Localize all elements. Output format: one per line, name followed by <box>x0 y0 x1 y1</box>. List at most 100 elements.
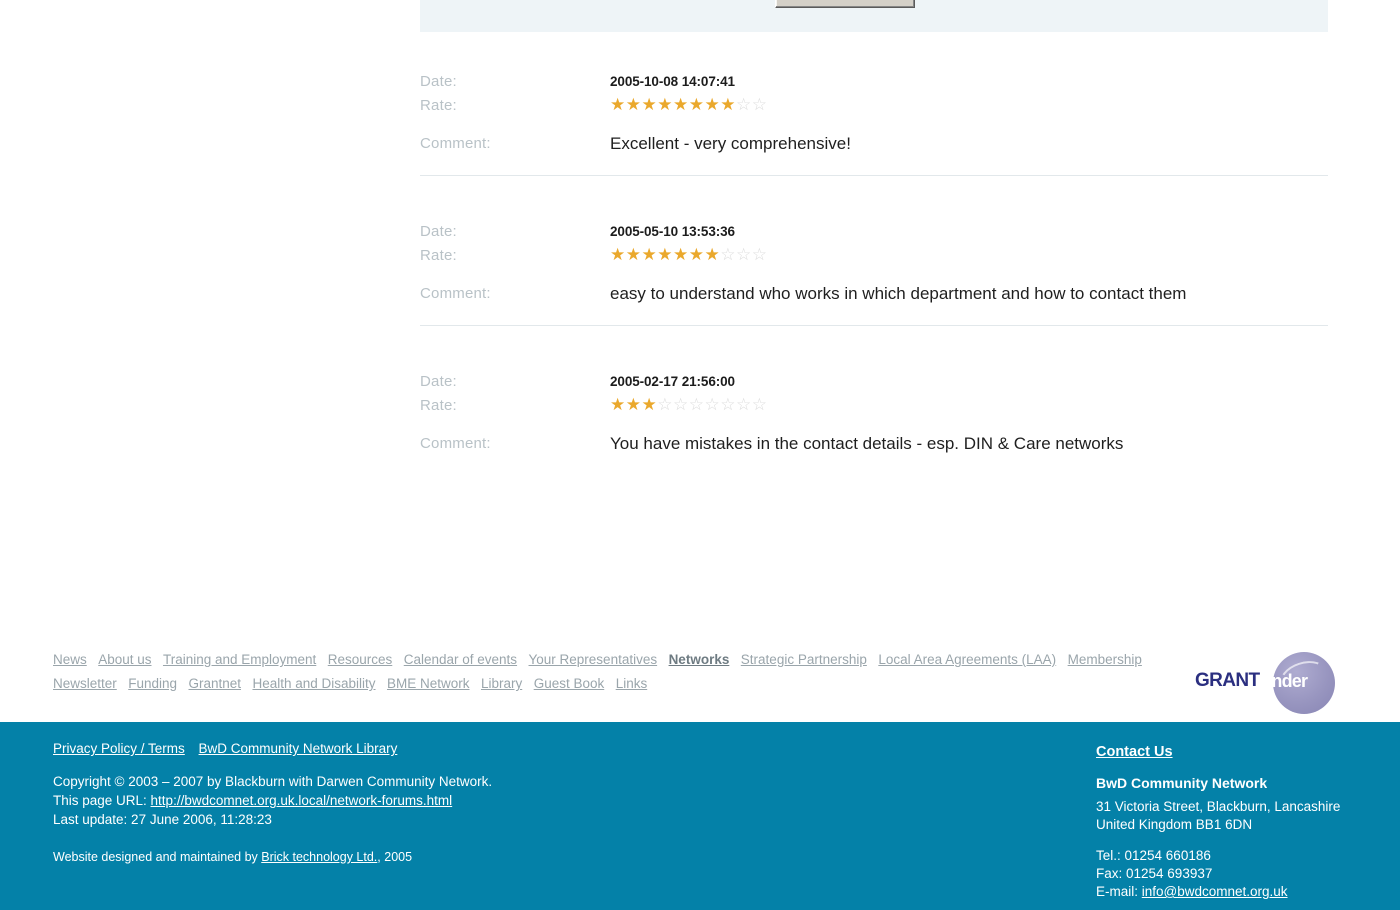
sitemap-link-guest-book[interactable]: Guest Book <box>534 676 605 691</box>
star-empty-icon: ☆ <box>736 395 752 414</box>
star-filled-icon: ★ <box>673 95 689 114</box>
footer-links: Privacy Policy / Terms BwD Community Net… <box>53 739 713 759</box>
sitemap-link-resources[interactable]: Resources <box>328 652 393 667</box>
email-line: E-mail: info@bwdcomnet.org.uk <box>1096 883 1386 901</box>
review-date-value: 2005-10-08 14:07:41 <box>610 74 735 89</box>
sitemap-link-strategic-partnership[interactable]: Strategic Partnership <box>741 652 867 667</box>
copyright-block: Copyright © 2003 – 2007 by Blackburn wit… <box>53 773 713 829</box>
sitemap-link-links[interactable]: Links <box>616 676 648 691</box>
credits-suffix: , 2005 <box>377 850 413 864</box>
sitemap-link-library[interactable]: Library <box>481 676 522 691</box>
star-empty-icon: ☆ <box>720 395 736 414</box>
sitemap-link-about-us[interactable]: About us <box>98 652 151 667</box>
sitemap-link-calendar-of-events[interactable]: Calendar of events <box>404 652 517 667</box>
sitemap-link-your-representatives[interactable]: Your Representatives <box>529 652 658 667</box>
sitemap-link-bme-network[interactable]: BME Network <box>387 676 470 691</box>
contact-details: Tel.: 01254 660186 Fax: 01254 693937 E-m… <box>1096 847 1386 901</box>
rating-stars: ★★★☆☆☆☆☆☆☆ <box>610 394 1328 416</box>
rating-stars: ★★★★★★★☆☆☆ <box>610 244 1328 266</box>
star-filled-icon: ★ <box>641 395 658 414</box>
last-update-text: Last update: 27 June 2006, 11:28:23 <box>53 812 272 827</box>
comment-label: Comment: <box>420 135 491 152</box>
footer-left-column: Privacy Policy / Terms BwD Community Net… <box>53 739 713 866</box>
sitemap-nav: News About us Training and Employment Re… <box>53 648 1153 696</box>
star-empty-icon: ☆ <box>688 395 705 414</box>
form-panel <box>420 0 1328 32</box>
comment-label: Comment: <box>420 285 491 302</box>
review-comment-text: easy to understand who works in which de… <box>610 284 1187 303</box>
sitemap-link-local-area-agreements-laa[interactable]: Local Area Agreements (LAA) <box>878 652 1056 667</box>
star-filled-icon: ★ <box>641 95 658 114</box>
review-comment-row: Comment: You have mistakes in the contact… <box>420 432 1328 456</box>
review-item: Date: 2005-02-17 21:56:00 Rate: ★★★☆☆☆☆☆☆☆ C… <box>420 370 1328 472</box>
star-filled-icon: ★ <box>704 245 721 264</box>
address-line-1: 31 Victoria Street, Blackburn, Lancashir… <box>1096 799 1341 814</box>
sitemap-link-grantnet[interactable]: Grantnet <box>188 676 241 691</box>
footer-link-bwd-community-network-library[interactable]: BwD Community Network Library <box>199 741 398 756</box>
star-empty-icon: ☆ <box>657 395 673 414</box>
star-filled-icon: ★ <box>610 395 626 414</box>
review-divider <box>420 325 1328 326</box>
sitemap-link-funding[interactable]: Funding <box>128 676 177 691</box>
sitemap-link-training-and-employment[interactable]: Training and Employment <box>163 652 316 667</box>
review-rating-row: Rate: ★★★☆☆☆☆☆☆☆ <box>420 394 1328 418</box>
star-filled-icon: ★ <box>657 95 673 114</box>
rate-label: Rate: <box>420 97 457 114</box>
organisation-name: BwD Community Network <box>1096 775 1268 791</box>
email-label: E-mail: <box>1096 884 1142 899</box>
star-empty-icon: ☆ <box>751 95 768 114</box>
sitemap-link-networks[interactable]: Networks <box>669 652 730 667</box>
star-empty-icon: ☆ <box>720 245 736 264</box>
star-filled-icon: ★ <box>657 245 673 264</box>
review-date-row: Date: 2005-05-10 13:53:36 <box>420 220 1328 244</box>
star-filled-icon: ★ <box>610 245 626 264</box>
sitemap-link-newsletter[interactable]: Newsletter <box>53 676 117 691</box>
copyright-text: Copyright © 2003 – 2007 by Blackburn wit… <box>53 774 493 789</box>
star-filled-icon: ★ <box>720 95 736 114</box>
review-comment-row: Comment: Excellent - very comprehensive! <box>420 132 1328 156</box>
date-label: Date: <box>420 73 457 90</box>
address-line-2: United Kingdom BB1 6DN <box>1096 817 1253 832</box>
star-filled-icon: ★ <box>625 95 642 114</box>
contact-us-heading: Contact Us <box>1096 742 1386 762</box>
review-item: Date: 2005-05-10 13:53:36 Rate: ★★★★★★★☆☆☆ C… <box>420 220 1328 370</box>
credits-line: Website designed and maintained by Brick… <box>53 848 713 866</box>
page-url-line: This page URL: http://bwdcomnet.org.uk.l… <box>53 792 713 810</box>
date-label: Date: <box>420 373 457 390</box>
review-list: Date: 2005-10-08 14:07:41 Rate: ★★★★★★★★☆☆ C… <box>420 70 1328 472</box>
rate-label: Rate: <box>420 247 457 264</box>
submit-button[interactable] <box>775 0 915 8</box>
review-rating-row: Rate: ★★★★★★★★☆☆ <box>420 94 1328 118</box>
review-comment-text: You have mistakes in the contact details… <box>610 434 1124 453</box>
review-date-value: 2005-05-10 13:53:36 <box>610 224 735 239</box>
rating-stars: ★★★★★★★★☆☆ <box>610 94 1328 116</box>
sitemap-link-news[interactable]: News <box>53 652 87 667</box>
review-comment-row: Comment: easy to understand who works in … <box>420 282 1328 306</box>
star-empty-icon: ☆ <box>751 395 768 414</box>
star-empty-icon: ☆ <box>751 245 768 264</box>
email-link[interactable]: info@bwdcomnet.org.uk <box>1142 884 1288 899</box>
review-date-value: 2005-02-17 21:56:00 <box>610 374 735 389</box>
comment-label: Comment: <box>420 435 491 452</box>
page-root: Date: 2005-10-08 14:07:41 Rate: ★★★★★★★★☆☆ C… <box>0 0 1400 910</box>
grantfinder-logo[interactable]: GRANT finder <box>1195 652 1335 714</box>
sitemap-link-membership[interactable]: Membership <box>1068 652 1142 667</box>
date-label: Date: <box>420 223 457 240</box>
page-url-link[interactable]: http://bwdcomnet.org.uk.local/network-fo… <box>151 793 453 808</box>
credits-link[interactable]: Brick technology Ltd. <box>261 850 377 864</box>
footer-link-privacy-policy-terms[interactable]: Privacy Policy / Terms <box>53 741 185 756</box>
review-date-row: Date: 2005-10-08 14:07:41 <box>420 70 1328 94</box>
telephone-number: Tel.: 01254 660186 <box>1096 848 1211 863</box>
star-filled-icon: ★ <box>688 95 705 114</box>
postal-address: 31 Victoria Street, Blackburn, Lancashir… <box>1096 798 1386 834</box>
grantfinder-secondary-text: finder <box>1262 671 1308 691</box>
page-url-label: This page URL: <box>53 793 151 808</box>
sitemap-link-health-and-disability[interactable]: Health and Disability <box>252 676 375 691</box>
star-filled-icon: ★ <box>625 245 642 264</box>
star-empty-icon: ☆ <box>736 95 752 114</box>
contact-us-link[interactable]: Contact Us <box>1096 744 1173 760</box>
fax-number: Fax: 01254 693937 <box>1096 866 1213 881</box>
footer-right-column: Contact Us BwD Community Network 31 Vict… <box>1096 742 1386 901</box>
star-filled-icon: ★ <box>704 95 721 114</box>
credits-prefix: Website designed and maintained by <box>53 850 262 864</box>
